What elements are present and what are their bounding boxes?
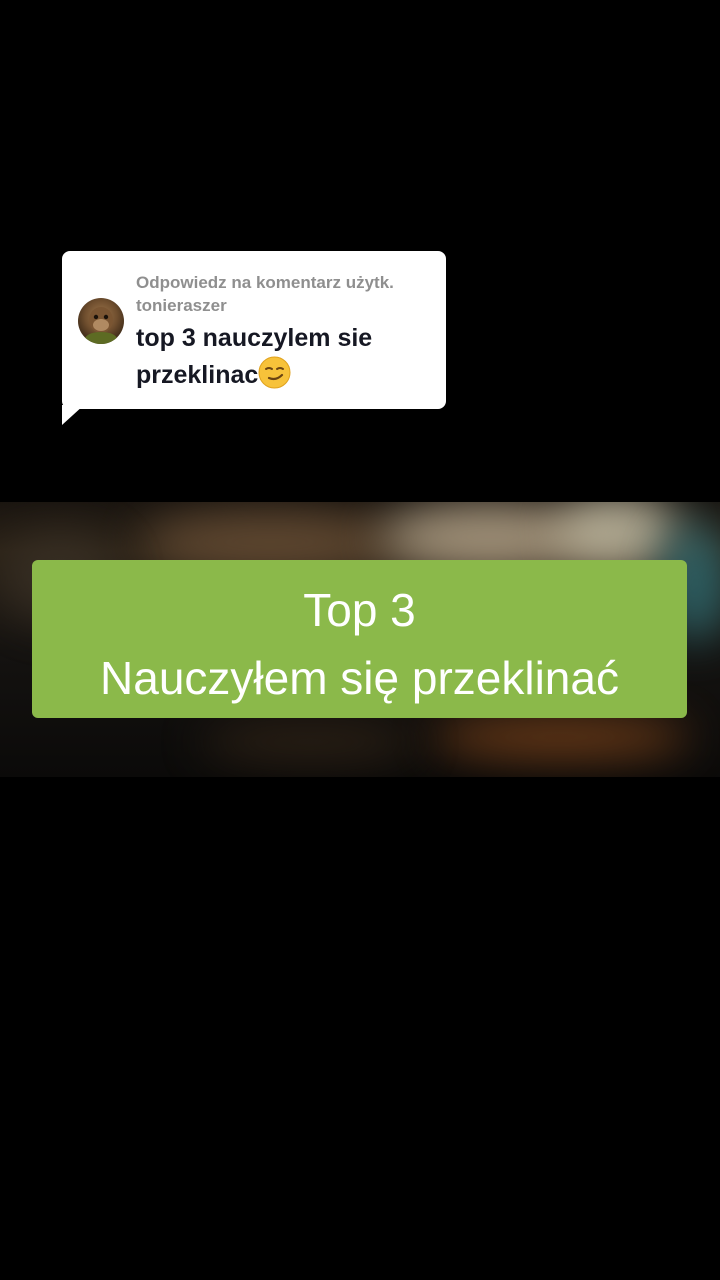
caption-box: Top 3 Nauczyłem się przeklinać xyxy=(32,560,687,718)
reply-comment-sticker: Odpowiedz na komentarz użytk. tonierasze… xyxy=(62,251,446,409)
smirking-face-emoji-icon xyxy=(258,356,291,389)
caption-subtitle: Nauczyłem się przeklinać xyxy=(100,652,619,704)
commenter-username: tonieraszer xyxy=(136,296,227,315)
reply-header: Odpowiedz na komentarz użytk. tonierasze… xyxy=(136,271,436,317)
caption-title: Top 3 xyxy=(303,584,416,636)
video-screen[interactable]: Odpowiedz na komentarz użytk. tonierasze… xyxy=(0,0,720,1280)
reply-label: Odpowiedz na komentarz użytk. xyxy=(136,273,394,292)
comment-text: top 3 nauczylem sie przeklinac xyxy=(136,324,373,389)
comment-text-block: top 3 nauczylem sie przeklinac xyxy=(136,321,436,393)
commenter-avatar xyxy=(78,298,124,344)
reply-bubble-tail xyxy=(62,405,84,425)
